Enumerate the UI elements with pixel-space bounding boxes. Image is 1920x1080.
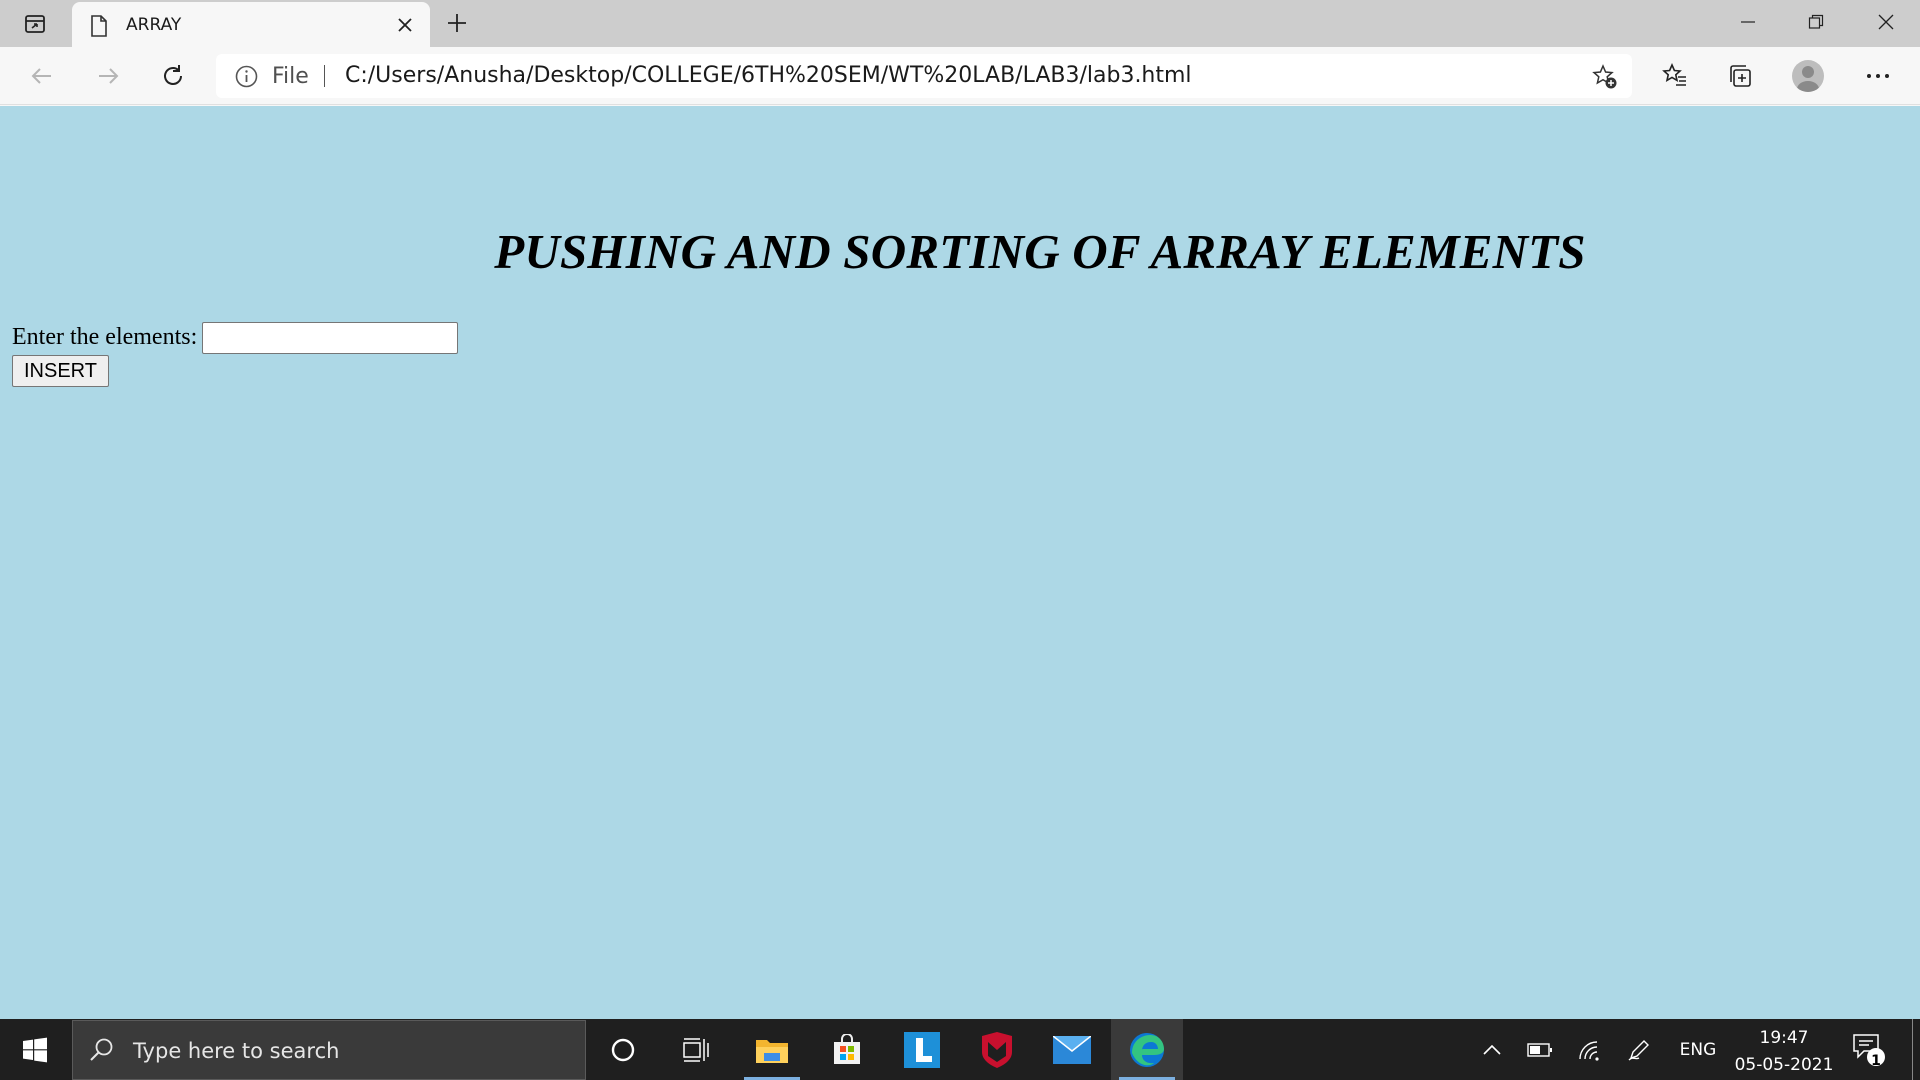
back-arrow-icon (31, 68, 51, 84)
notification-count: 1 (1871, 1053, 1881, 1069)
collections-icon (1730, 65, 1751, 87)
language-label: ENG (1679, 1039, 1717, 1060)
edge-icon (1130, 1032, 1164, 1067)
forward-arrow-icon (99, 68, 119, 84)
mcafee-button[interactable] (961, 1019, 1033, 1080)
wifi-icon (1579, 1040, 1599, 1061)
browser-toolbar: File C:/Users/Anusha/Desktop/COLLEGE/6TH… (0, 47, 1920, 105)
task-view-icon (683, 1037, 709, 1062)
clock-time: 19:47 (1759, 1028, 1809, 1048)
cortana-button[interactable] (587, 1019, 659, 1080)
address-scheme-label: File (272, 64, 309, 89)
elements-input[interactable] (202, 322, 458, 354)
minimize-icon (1741, 20, 1755, 23)
address-separator (324, 65, 325, 87)
address-url[interactable]: C:/Users/Anusha/Desktop/COLLEGE/6TH%20SE… (345, 63, 1192, 88)
back-button[interactable] (22, 56, 62, 96)
tab-close-icon[interactable] (394, 14, 416, 36)
search-icon (89, 1037, 115, 1068)
restore-button[interactable] (1782, 0, 1850, 43)
collections-button[interactable] (1720, 56, 1760, 96)
cortana-icon (611, 1038, 635, 1061)
page-icon (90, 15, 108, 42)
favorites-icon (1662, 63, 1686, 86)
l-app-button[interactable] (886, 1019, 958, 1080)
start-button[interactable] (0, 1019, 70, 1080)
pen-icon (1628, 1039, 1649, 1061)
mail-button[interactable] (1036, 1019, 1108, 1080)
chevron-up-icon (1483, 1044, 1501, 1055)
close-window-button[interactable] (1852, 0, 1920, 43)
language-indicator[interactable]: ENG (1674, 1019, 1722, 1080)
taskbar-search-box[interactable]: Type here to search (72, 1020, 586, 1080)
restore-icon (1808, 14, 1824, 29)
more-dots-icon (1867, 74, 1889, 78)
insert-button[interactable]: INSERT (12, 355, 109, 387)
pen-button[interactable] (1622, 1019, 1656, 1080)
edge-button[interactable] (1111, 1019, 1183, 1080)
plus-icon (448, 14, 466, 32)
store-button[interactable] (811, 1019, 883, 1080)
page-title: PUSHING AND SORTING OF ARRAY ELEMENTS (494, 224, 1586, 279)
tab-actions-button[interactable] (12, 8, 58, 39)
tab-array[interactable]: ARRAY (72, 2, 430, 47)
battery-button[interactable] (1522, 1019, 1558, 1080)
clock[interactable]: 19:47 05-05-2021 (1722, 1025, 1846, 1079)
favorites-button[interactable] (1655, 56, 1695, 96)
page-content: PUSHING AND SORTING OF ARRAY ELEMENTS En… (0, 106, 1920, 1019)
tab-actions-icon (25, 14, 45, 33)
show-hidden-icons-button[interactable] (1476, 1019, 1508, 1080)
mcafee-icon (982, 1031, 1012, 1068)
add-favorite-icon[interactable] (1592, 64, 1618, 95)
refresh-button[interactable] (153, 56, 193, 96)
close-icon (1878, 14, 1894, 29)
new-tab-button[interactable] (440, 8, 474, 38)
settings-more-button[interactable] (1858, 56, 1898, 96)
clock-date: 05-05-2021 (1734, 1055, 1834, 1075)
tab-strip: ARRAY (0, 0, 1920, 47)
search-placeholder: Type here to search (133, 1039, 340, 1063)
taskbar: Type here to search ENG 19:47 05-05-2021… (0, 1019, 1920, 1080)
profile-avatar[interactable] (1792, 60, 1824, 92)
store-icon (834, 1033, 860, 1064)
file-explorer-icon (756, 1039, 788, 1063)
refresh-icon (164, 65, 182, 85)
info-icon[interactable] (235, 65, 258, 93)
show-desktop-button[interactable] (1912, 1019, 1913, 1080)
profile-icon (1797, 66, 1819, 92)
battery-icon (1527, 1042, 1552, 1057)
minimize-button[interactable] (1714, 0, 1782, 43)
l-app-icon (904, 1031, 940, 1068)
mail-icon (1053, 1035, 1091, 1064)
network-button[interactable] (1572, 1019, 1606, 1080)
tab-title: ARRAY (126, 15, 182, 35)
address-bar[interactable]: File C:/Users/Anusha/Desktop/COLLEGE/6TH… (216, 54, 1632, 98)
notification-center-button[interactable]: 1 (1852, 1031, 1886, 1072)
forward-button[interactable] (88, 56, 128, 96)
windows-logo-icon (23, 1037, 47, 1062)
task-view-button[interactable] (660, 1019, 732, 1080)
file-explorer-button[interactable] (736, 1019, 808, 1080)
elements-label: Enter the elements: (12, 324, 198, 350)
